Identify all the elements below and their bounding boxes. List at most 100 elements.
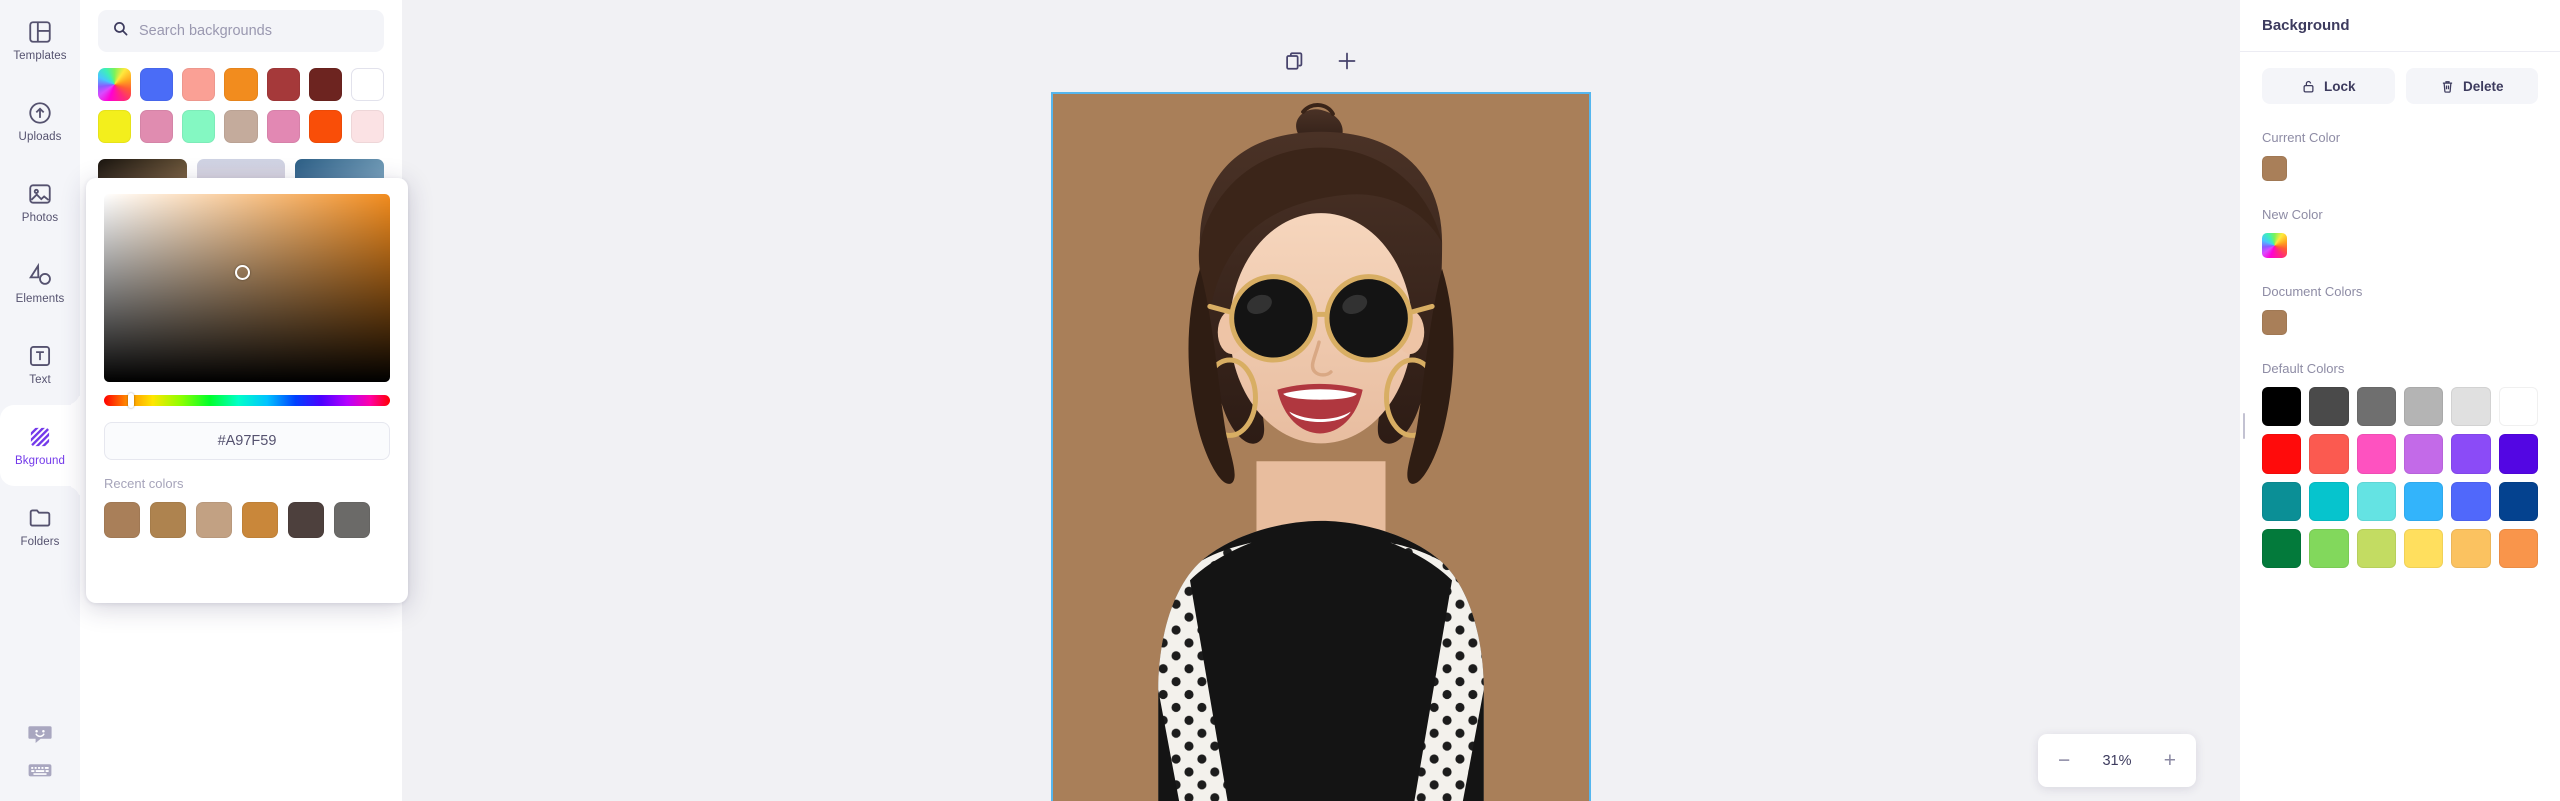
- default-color-swatch-10[interactable]: [2404, 434, 2444, 474]
- default-color-swatch-5[interactable]: [2451, 387, 2491, 427]
- swatch-white[interactable]: [350, 68, 384, 102]
- default-color-swatch-9[interactable]: [2356, 434, 2397, 474]
- swatch-blue[interactable]: [140, 68, 174, 102]
- custom-color-picker[interactable]: [98, 68, 132, 102]
- background-color-swatches: [98, 52, 384, 144]
- delete-button[interactable]: Delete: [2405, 68, 2538, 104]
- swatch-pink[interactable]: [140, 110, 174, 144]
- sidebar-item-uploads[interactable]: Uploads: [0, 81, 80, 162]
- default-color-swatch-3[interactable]: [2356, 387, 2397, 427]
- sidebar-label-uploads: Uploads: [18, 130, 62, 143]
- recent-color-swatch-5[interactable]: [288, 502, 324, 538]
- default-color-swatch-13[interactable]: [2262, 481, 2302, 522]
- default-color-swatch-14[interactable]: [2309, 481, 2349, 522]
- background-icon: [27, 424, 53, 450]
- default-colors-label: Default Colors: [2262, 361, 2345, 376]
- hue-slider-handle[interactable]: [128, 393, 134, 408]
- sidebar-item-photos[interactable]: Photos: [0, 162, 80, 243]
- default-color-swatch-23[interactable]: [2451, 529, 2491, 569]
- sidebar-label-text: Text: [29, 373, 51, 386]
- sidebar-item-bkground[interactable]: Bkground: [0, 405, 80, 486]
- canvas-area[interactable]: − 31% +: [402, 0, 2240, 801]
- trash-icon: [2440, 79, 2455, 94]
- recent-color-swatch-4[interactable]: [242, 502, 278, 538]
- photo-icon: [27, 181, 53, 207]
- zoom-out-button[interactable]: −: [2058, 750, 2070, 771]
- swatch-mint[interactable]: [182, 110, 216, 144]
- document-color-swatch[interactable]: [2262, 310, 2287, 335]
- default-color-swatch-19[interactable]: [2262, 529, 2302, 569]
- swatch-taupe[interactable]: [224, 110, 258, 144]
- lock-icon: [2301, 79, 2316, 94]
- background-properties-panel: Background Lock Delete Current Color New…: [2240, 0, 2560, 801]
- swatch-brick[interactable]: [266, 68, 300, 102]
- default-color-swatch-7[interactable]: [2262, 434, 2302, 474]
- duplicate-page-button[interactable]: [1282, 48, 1308, 74]
- sidebar-label-photos: Photos: [21, 211, 59, 224]
- recent-colors-row: [104, 502, 390, 538]
- default-color-swatch-4[interactable]: [2404, 387, 2444, 427]
- page-title: Background: [2262, 17, 2350, 34]
- default-color-swatch-21[interactable]: [2356, 529, 2397, 569]
- zoom-control: − 31% +: [2038, 734, 2196, 787]
- swatch-maroon[interactable]: [308, 68, 342, 102]
- default-color-swatch-12[interactable]: [2498, 434, 2539, 474]
- recent-color-swatch-6[interactable]: [334, 502, 370, 538]
- new-color-swatch[interactable]: [2262, 233, 2287, 258]
- default-color-swatch-24[interactable]: [2498, 529, 2539, 569]
- default-color-swatch-20[interactable]: [2309, 529, 2349, 569]
- saturation-value-area[interactable]: [104, 194, 390, 382]
- chat-smiley-icon: [27, 722, 53, 746]
- sidebar-item-folders[interactable]: Folders: [0, 486, 80, 567]
- right-panel-actions: Lock Delete: [2240, 52, 2560, 104]
- hex-input[interactable]: #A97F59: [104, 422, 390, 460]
- sidebar-label-templates: Templates: [13, 49, 67, 62]
- search-backgrounds-box[interactable]: [98, 10, 384, 52]
- swatch-salmon[interactable]: [182, 68, 216, 102]
- sidebar-label-bkground: Bkground: [14, 454, 66, 467]
- text-icon: [27, 343, 53, 369]
- portrait-photo: [1053, 94, 1589, 801]
- sv-handle[interactable]: [235, 265, 250, 280]
- hue-slider[interactable]: [104, 393, 390, 408]
- lock-button[interactable]: Lock: [2262, 68, 2395, 104]
- search-input[interactable]: [139, 23, 370, 39]
- sidebar-label-folders: Folders: [20, 535, 60, 548]
- recent-color-swatch-3[interactable]: [196, 502, 232, 538]
- default-color-swatch-16[interactable]: [2404, 481, 2444, 522]
- duplicate-icon: [1284, 50, 1306, 72]
- recent-color-swatch-2[interactable]: [150, 502, 186, 538]
- search-icon: [112, 20, 129, 42]
- document-colors-label: Document Colors: [2262, 284, 2363, 299]
- zoom-level-value: 31%: [2102, 752, 2132, 769]
- default-color-swatch-11[interactable]: [2451, 434, 2491, 474]
- default-color-swatch-8[interactable]: [2309, 434, 2349, 474]
- default-color-swatch-1[interactable]: [2262, 387, 2302, 427]
- swatch-blush[interactable]: [350, 110, 384, 144]
- sidebar-item-templates[interactable]: Templates: [0, 0, 80, 81]
- default-color-swatch-17[interactable]: [2451, 481, 2491, 522]
- default-color-swatch-6[interactable]: [2498, 387, 2539, 427]
- page-toolbar: [1282, 48, 1360, 74]
- swatch-red-orange[interactable]: [308, 110, 342, 144]
- zoom-in-button[interactable]: +: [2164, 750, 2176, 771]
- default-color-swatch-15[interactable]: [2356, 481, 2397, 522]
- new-color-label: New Color: [2262, 207, 2323, 222]
- current-color-swatch[interactable]: [2262, 156, 2287, 181]
- design-page[interactable]: [1051, 92, 1591, 801]
- sidebar-item-elements[interactable]: Elements: [0, 243, 80, 324]
- keyboard-shortcuts-button[interactable]: [25, 757, 55, 783]
- swatch-orange[interactable]: [224, 68, 258, 102]
- recent-color-swatch-1[interactable]: [104, 502, 140, 538]
- chat-smiley-button[interactable]: [25, 721, 55, 747]
- swatch-yellow[interactable]: [98, 110, 132, 144]
- left-sidebar: Templates Uploads Photos Elements Text B…: [0, 0, 80, 801]
- default-color-swatch-22[interactable]: [2404, 529, 2444, 569]
- collapse-right-panel-handle[interactable]: [2239, 405, 2249, 447]
- search-container: [98, 0, 384, 52]
- default-color-swatch-2[interactable]: [2309, 387, 2349, 427]
- add-page-button[interactable]: [1334, 48, 1360, 74]
- default-color-swatch-18[interactable]: [2498, 481, 2539, 522]
- sidebar-label-elements: Elements: [15, 292, 65, 305]
- swatch-rose[interactable]: [266, 110, 300, 144]
